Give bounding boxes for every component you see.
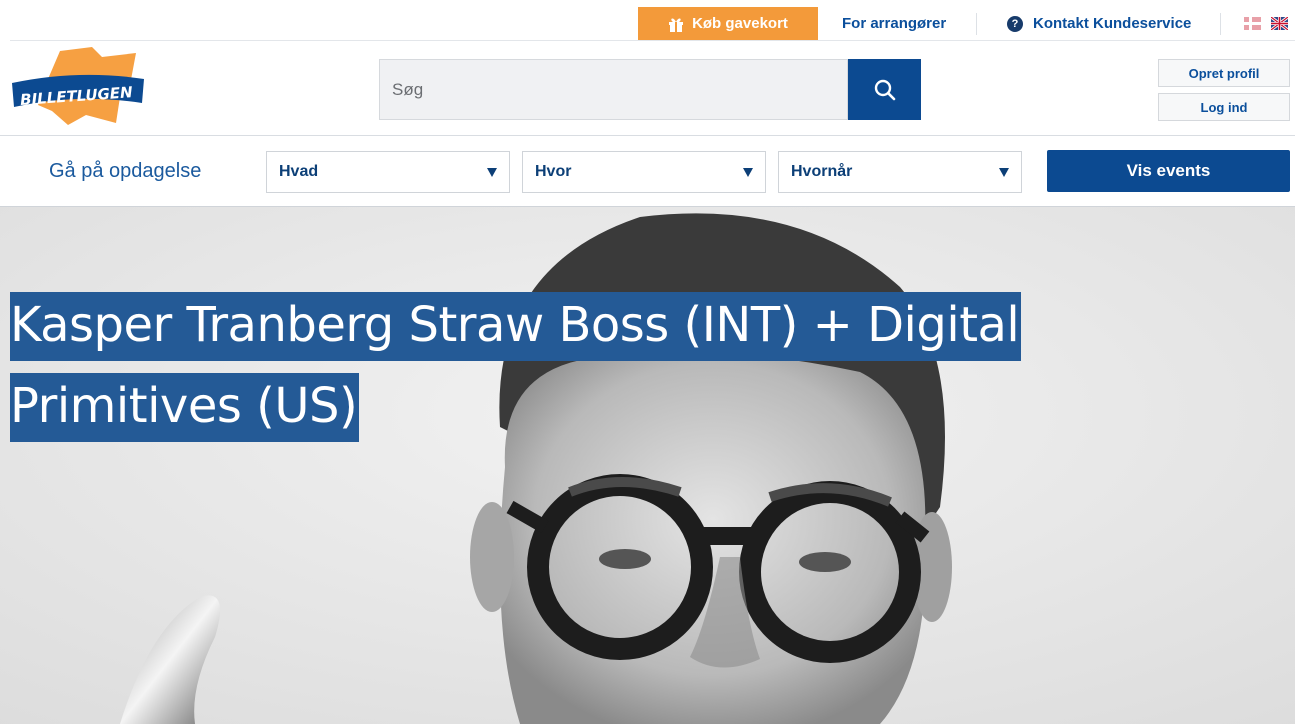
discover-label: Gå på opdagelse [49, 159, 202, 182]
danish-flag-icon[interactable] [1244, 17, 1261, 30]
show-events-button[interactable]: Vis events [1047, 150, 1290, 192]
where-dropdown-label: Hvor [535, 163, 572, 180]
divider [1220, 13, 1221, 35]
buy-giftcard-button[interactable]: Køb gavekort [638, 7, 818, 40]
search-button[interactable] [848, 59, 921, 120]
divider [976, 13, 977, 35]
uk-flag-icon[interactable] [1271, 17, 1288, 30]
caret-down-icon [999, 168, 1009, 177]
contact-support-label: Kontakt Kundeservice [1033, 15, 1192, 32]
login-button[interactable]: Log ind [1158, 93, 1290, 121]
top-utility-bar: Køb gavekort For arrangører ? Kontakt Ku… [0, 0, 1295, 40]
question-circle-icon: ? [1007, 15, 1023, 32]
search-placeholder: Søg [392, 79, 424, 99]
contact-support-link[interactable]: ? Kontakt Kundeservice [1007, 7, 1191, 40]
where-dropdown[interactable]: Hvor [522, 151, 766, 193]
when-dropdown[interactable]: Hvornår [778, 151, 1022, 193]
logo-mark-icon: BILLETLUGEN [12, 47, 144, 125]
buy-giftcard-label: Køb gavekort [692, 15, 788, 32]
caret-down-icon [743, 168, 753, 177]
create-profile-button[interactable]: Opret profil [1158, 59, 1290, 87]
topbar-divider [10, 40, 1295, 41]
billetlugen-logo[interactable]: BILLETLUGEN [8, 45, 148, 129]
for-organizers-link[interactable]: For arrangører [842, 7, 946, 40]
event-title: Kasper Tranberg Straw Boss (INT) + Digit… [10, 285, 1160, 447]
search-input[interactable]: Søg [379, 59, 848, 120]
what-dropdown-label: Hvad [279, 163, 319, 180]
caret-down-icon [487, 168, 497, 177]
header-divider [0, 135, 1295, 136]
when-dropdown-label: Hvornår [791, 163, 853, 180]
search-icon [874, 79, 895, 100]
what-dropdown[interactable]: Hvad [266, 151, 510, 193]
gift-icon [669, 18, 684, 32]
